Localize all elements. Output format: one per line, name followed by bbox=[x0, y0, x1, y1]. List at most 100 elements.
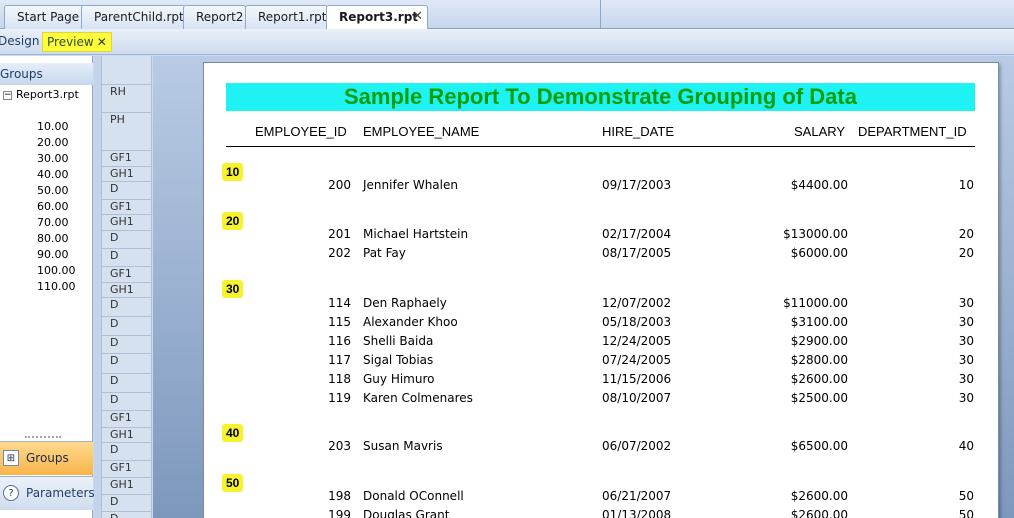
tree-group-item[interactable]: 90.00 bbox=[37, 247, 76, 263]
close-preview-icon[interactable]: ✕ bbox=[97, 35, 107, 49]
tree-group-item[interactable]: 40.00 bbox=[37, 167, 76, 183]
salary-cell: $2900.00 bbox=[790, 334, 848, 348]
salary-cell: $2600.00 bbox=[790, 508, 848, 518]
salary-cell: $3100.00 bbox=[790, 315, 848, 329]
employee-name-cell: Pat Fay bbox=[363, 246, 406, 260]
employee-name-cell: Karen Colmenares bbox=[363, 391, 473, 405]
band-ruler bbox=[94, 56, 102, 518]
employee-name-cell: Susan Mavris bbox=[363, 439, 443, 453]
hire-date-cell: 02/17/2004 bbox=[602, 227, 672, 241]
groups-button-label: Groups bbox=[26, 451, 69, 465]
band-label: GF1 bbox=[102, 410, 152, 424]
column-header-salary: SALARY bbox=[794, 124, 846, 139]
tab-label: Report1.rpt bbox=[258, 10, 327, 24]
tab-start-page[interactable]: Start Page bbox=[4, 5, 85, 29]
tab-label: ParentChild.rpt bbox=[94, 10, 184, 24]
band-label: PH bbox=[102, 112, 152, 126]
tab-label: Report2 bbox=[196, 10, 244, 24]
band-label: RH bbox=[102, 84, 152, 98]
tab-parentchild-rpt[interactable]: ParentChild.rpt bbox=[81, 5, 186, 29]
report-data-row: 116 Shelli Baida 12/24/2005 $2900.00 30 bbox=[204, 334, 1000, 353]
hire-date-cell: 12/07/2002 bbox=[602, 296, 672, 310]
employee-id-cell: 199 bbox=[328, 508, 351, 518]
employee-name-cell: Donald OConnell bbox=[363, 489, 464, 503]
tab-report3-rpt[interactable]: Report3.rpt ✕ bbox=[326, 5, 428, 30]
header-rule bbox=[226, 146, 975, 147]
employee-id-cell: 114 bbox=[328, 296, 351, 310]
tree-root-node[interactable]: − Report3.rpt bbox=[3, 88, 79, 101]
report-data-row: 200 Jennifer Whalen 09/17/2003 $4400.00 10 bbox=[204, 178, 1000, 197]
tree-group-item[interactable]: 60.00 bbox=[37, 199, 76, 215]
salary-cell: $4400.00 bbox=[790, 178, 848, 192]
salary-cell: $6500.00 bbox=[790, 439, 848, 453]
department-id-cell: 30 bbox=[958, 353, 974, 367]
groups-tree-icon: ⊞ bbox=[3, 450, 19, 466]
panel-resize-grip[interactable] bbox=[25, 436, 61, 439]
report-data-row: 199 Douglas Grant 01/13/2008 $2600.00 50 bbox=[204, 508, 1000, 518]
department-id-cell: 40 bbox=[958, 439, 974, 453]
close-tab-icon[interactable]: ✕ bbox=[412, 6, 423, 28]
tree-group-item[interactable]: 20.00 bbox=[37, 135, 76, 151]
employee-id-cell: 202 bbox=[328, 246, 351, 260]
column-header-hire-date: HIRE_DATE bbox=[602, 124, 674, 139]
report-data-row: 117 Sigal Tobias 07/24/2005 $2800.00 30 bbox=[204, 353, 1000, 372]
collapse-icon[interactable]: − bbox=[3, 90, 12, 100]
hire-date-cell: 08/17/2005 bbox=[602, 246, 672, 260]
employee-id-cell: 115 bbox=[328, 315, 351, 329]
column-header-employee-name: EMPLOYEE_NAME bbox=[363, 124, 480, 139]
band-label: GH1 bbox=[102, 282, 152, 296]
hire-date-cell: 05/18/2003 bbox=[602, 315, 672, 329]
report-data-row: 114 Den Raphaely 12/07/2002 $11000.00 30 bbox=[204, 296, 1000, 315]
hire-date-cell: 09/17/2003 bbox=[602, 178, 672, 192]
department-id-cell: 30 bbox=[958, 391, 974, 405]
band-label: GF1 bbox=[102, 199, 152, 213]
document-tab-strip: Start Page ParentChild.rpt Report2 Repor… bbox=[0, 0, 1014, 30]
employee-name-cell: Alexander Khoo bbox=[363, 315, 458, 329]
band-label: D bbox=[102, 494, 152, 508]
band-label: GH1 bbox=[102, 166, 152, 180]
report-data-row: 115 Alexander Khoo 05/18/2003 $3100.00 30 bbox=[204, 315, 1000, 334]
department-id-cell: 20 bbox=[958, 246, 974, 260]
tree-group-item[interactable]: 110.00 bbox=[37, 279, 76, 295]
hire-date-cell: 07/24/2005 bbox=[602, 353, 672, 367]
employee-id-cell: 118 bbox=[328, 372, 351, 386]
band-label: D bbox=[102, 392, 152, 406]
employee-id-cell: 119 bbox=[328, 391, 351, 405]
salary-cell: $2600.00 bbox=[790, 372, 848, 386]
salary-cell: $2800.00 bbox=[790, 353, 848, 367]
groups-button[interactable]: ⊞ Groups bbox=[0, 441, 93, 475]
tree-root-label: Report3.rpt bbox=[16, 88, 79, 101]
employee-name-cell: Michael Hartstein bbox=[363, 227, 469, 241]
tab-report1-rpt[interactable]: Report1.rpt bbox=[245, 5, 328, 29]
parameters-button[interactable]: ? Parameters bbox=[0, 476, 95, 510]
tab-preview[interactable]: Preview ✕ bbox=[42, 32, 112, 52]
tree-group-item[interactable]: 10.00 bbox=[37, 119, 76, 135]
hire-date-cell: 06/21/2007 bbox=[602, 489, 672, 503]
preview-canvas[interactable]: Sample Report To Demonstrate Grouping of… bbox=[153, 56, 1014, 518]
hire-date-cell: 12/24/2005 bbox=[602, 334, 672, 348]
tree-group-item[interactable]: 30.00 bbox=[37, 151, 76, 167]
employee-id-cell: 117 bbox=[328, 353, 351, 367]
report-data-row: 202 Pat Fay 08/17/2005 $6000.00 20 bbox=[204, 246, 1000, 265]
employee-id-cell: 198 bbox=[328, 489, 351, 503]
band-label: GH1 bbox=[102, 214, 152, 228]
band-label: D bbox=[102, 297, 152, 311]
tab-preview-label: Preview bbox=[47, 35, 94, 49]
tree-group-item[interactable]: 50.00 bbox=[37, 183, 76, 199]
groups-panel-header: Groups bbox=[0, 63, 93, 85]
parameters-button-label: Parameters bbox=[26, 486, 95, 500]
tabbar-divider bbox=[600, 0, 601, 29]
view-mode-strip: Design Preview ✕ bbox=[0, 29, 1014, 55]
band-label: GF1 bbox=[102, 460, 152, 474]
tab-design[interactable]: Design bbox=[0, 32, 39, 52]
band-label: GF1 bbox=[102, 150, 152, 164]
report-data-row: 119 Karen Colmenares 08/10/2007 $2500.00 30 bbox=[204, 391, 1000, 410]
band-label: D bbox=[102, 442, 152, 456]
tree-group-item[interactable]: 100.00 bbox=[37, 263, 76, 279]
tree-group-item[interactable]: 70.00 bbox=[37, 215, 76, 231]
tree-group-item[interactable]: 80.00 bbox=[37, 231, 76, 247]
tab-report2[interactable]: Report2 bbox=[183, 5, 246, 29]
hire-date-cell: 08/10/2007 bbox=[602, 391, 672, 405]
report-data-row: 118 Guy Himuro 11/15/2006 $2600.00 30 bbox=[204, 372, 1000, 391]
report-data-row: 198 Donald OConnell 06/21/2007 $2600.00 50 bbox=[204, 489, 1000, 508]
